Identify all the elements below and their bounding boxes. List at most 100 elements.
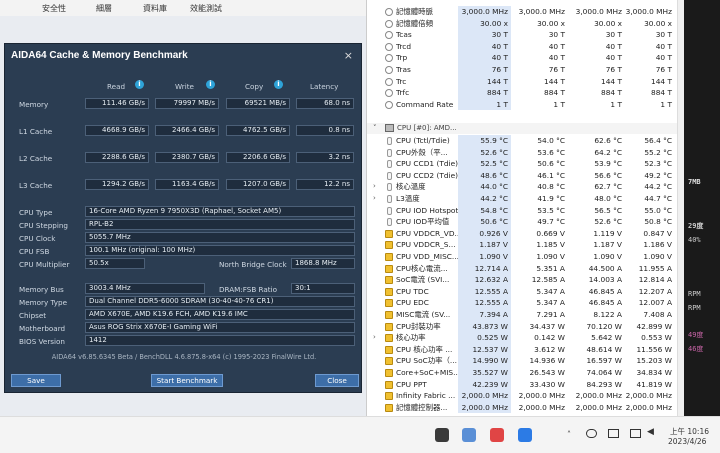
expand-icon[interactable]: › bbox=[373, 193, 376, 205]
sensor-value: 76 T bbox=[548, 65, 565, 74]
sensor-value: 12.632 A bbox=[458, 274, 511, 286]
app-icon[interactable] bbox=[490, 428, 504, 442]
sensor-value: 2,000.0 MHz bbox=[458, 401, 511, 414]
desktop: 安全性 細層 資料庫 效能測試 ˅ CPU [#0]: AMD... 記憶體時脈 3… bbox=[0, 0, 720, 453]
sensor-value: 144 T bbox=[544, 76, 565, 86]
chevron-up-icon[interactable]: ˄ bbox=[567, 430, 571, 439]
clock-date[interactable]: 2023/4/26 bbox=[668, 437, 706, 446]
sensor-row[interactable]: Command Rate 1 T 1 T 1 T 1 T bbox=[367, 98, 685, 111]
sensor-row[interactable]: › L3溫度 44.2 °C 41.9 °C 48.0 °C 44.7 °C bbox=[367, 193, 685, 205]
sensor-row[interactable]: CPU IOD Hotspot 54.8 °C 53.5 °C 56.5 °C 55.0… bbox=[367, 204, 685, 217]
sensor-value: 35.527 W bbox=[458, 367, 511, 379]
sensor-row[interactable]: SoC電流 (SVI... 12.632 A 12.585 A 14.003 A 12.… bbox=[367, 274, 685, 286]
sensor-row[interactable]: CPU IOD平均值 50.6 °C 49.7 °C 52.6 °C 50.8 °C bbox=[367, 216, 685, 228]
speaker-icon[interactable]: ◀ bbox=[647, 427, 654, 437]
sensor-value: 12.537 W bbox=[458, 343, 511, 356]
sensor-row[interactable]: CPU EDC 12.555 A 5.347 A 46.845 A 12.007 A bbox=[367, 297, 685, 309]
start-benchmark-button[interactable]: Start Benchmark bbox=[151, 374, 223, 387]
sensor-row[interactable]: CPU (Tctl/Tdie) 55.9 °C 54.0 °C 62.6 °C 56.4… bbox=[367, 135, 685, 147]
cloud-icon[interactable] bbox=[586, 429, 597, 438]
sensor-row[interactable]: CPU核心電流... 12.714 A 5.351 A 44.500 A 11.955 … bbox=[367, 262, 685, 275]
sensor-value: 42.899 W bbox=[636, 321, 672, 331]
sensor-row[interactable]: › 核心功率 0.525 W 0.142 W 5.642 W 0.553 W bbox=[367, 332, 685, 344]
sensor-value: 884 T bbox=[601, 88, 622, 98]
sensor-row[interactable]: Tcas 30 T 30 T 30 T 30 T bbox=[367, 29, 685, 41]
bg-tab[interactable]: 資料庫 bbox=[143, 3, 167, 14]
sensor-value: 1.119 V bbox=[593, 228, 622, 238]
sensor-row[interactable]: 記憶體時脈 3,000.0 MHz 3,000.0 MHz 3,000.0 MHz 3,… bbox=[367, 6, 685, 18]
save-button[interactable]: Save bbox=[11, 374, 61, 387]
sensor-value: 5.642 W bbox=[591, 333, 622, 343]
sensor-row[interactable]: Infinity Fabric ... 2,000.0 MHz 2,000.0 MH… bbox=[367, 390, 685, 402]
bg-tab[interactable]: 效能測試 bbox=[190, 3, 222, 14]
sensor-row[interactable]: CPU CCD1 (Tdie) 52.5 °C 50.6 °C 53.9 °C 52.3… bbox=[367, 158, 685, 170]
sensor-row[interactable]: Trfc 884 T 884 T 884 T 884 T bbox=[367, 87, 685, 99]
display-icon[interactable] bbox=[608, 429, 619, 438]
sensor-row[interactable]: MISC電流 (SV... 7.394 A 7.291 A 8.122 A 7.408 … bbox=[367, 309, 685, 321]
strip-value: 29度 bbox=[688, 222, 704, 230]
bg-tab[interactable]: 細層 bbox=[96, 3, 112, 14]
thermometer-icon bbox=[387, 206, 392, 215]
sensor-row[interactable]: Trc 144 T 144 T 144 T 144 T bbox=[367, 75, 685, 88]
sensor-name: Trcd bbox=[396, 41, 412, 51]
strip-value: 7MB bbox=[688, 178, 701, 186]
sensor-row[interactable]: 記憶體倍頻 30.00 x 30.00 x 30.00 x 30.00 x bbox=[367, 17, 685, 30]
sensor-row[interactable]: CPU SoC功率（... 14.990 W 14.936 W 16.597 W 15.… bbox=[367, 355, 685, 367]
sensor-row[interactable]: Trp 40 T 40 T 40 T 40 T bbox=[367, 52, 685, 64]
sensor-row[interactable]: Trcd 40 T 40 T 40 T 40 T bbox=[367, 40, 685, 53]
info-icon[interactable]: i bbox=[135, 80, 144, 89]
sensor-table[interactable]: ˅ CPU [#0]: AMD... 記憶體時脈 3,000.0 MHz 3,000.… bbox=[366, 0, 685, 416]
sensor-value: 49.2 °C bbox=[644, 170, 672, 180]
sensor-name: 核心功率 bbox=[396, 333, 426, 343]
sensor-value: 44.2 °C bbox=[644, 182, 672, 192]
expand-icon[interactable]: › bbox=[373, 181, 376, 193]
terminal-icon[interactable] bbox=[435, 428, 449, 442]
bg-tab[interactable]: 安全性 bbox=[42, 3, 66, 14]
sensor-row[interactable]: CPU PPT 42.239 W 33.430 W 84.293 W 41.819 W bbox=[367, 378, 685, 391]
col-write: Write bbox=[175, 82, 194, 91]
bench-value: 2380.7 GB/s bbox=[155, 152, 219, 163]
sensor-row[interactable]: CPU 核心功率 ... 12.537 W 3.612 W 48.614 W 11.55… bbox=[367, 343, 685, 356]
sensor-value: 30 T bbox=[458, 29, 511, 41]
sensor-name: 記憶體時脈 bbox=[396, 7, 433, 16]
sensor-name: CPU CCD2 (Tdie) bbox=[396, 170, 459, 180]
expand-icon[interactable]: › bbox=[373, 332, 376, 344]
sensor-row[interactable]: CPU外殼（平... 52.6 °C 53.6 °C 64.2 °C 55.2 °C bbox=[367, 146, 685, 159]
info-icon[interactable]: i bbox=[206, 80, 215, 89]
bench-value: 1207.0 GB/s bbox=[226, 179, 290, 190]
cpu-stepping-label: CPU Stepping bbox=[19, 221, 68, 230]
close-icon[interactable]: × bbox=[344, 49, 353, 62]
sensor-row[interactable]: CPU CCD2 (Tdie) 48.6 °C 46.1 °C 56.6 °C 49.2… bbox=[367, 169, 685, 182]
sensor-row[interactable]: CPU VDDCR_S... 1.187 V 1.185 V 1.187 V 1.186… bbox=[367, 239, 685, 251]
bolt-icon bbox=[385, 229, 393, 238]
sensor-row[interactable]: 記憶體控制器... 2,000.0 MHz 2,000.0 MHz 2,000.0 M… bbox=[367, 401, 685, 414]
sensor-row[interactable]: CPU封裝功率 43.873 W 34.437 W 70.120 W 42.899 W bbox=[367, 320, 685, 333]
sensor-value: 52.6 °C bbox=[458, 146, 511, 159]
sensor-row[interactable]: Tras 76 T 76 T 76 T 76 T bbox=[367, 64, 685, 76]
thermometer-icon bbox=[387, 137, 392, 145]
window-title: AIDA64 Cache & Memory Benchmark bbox=[11, 50, 188, 61]
sensor-value: 11.556 W bbox=[636, 344, 672, 354]
sensor-value: 76 T bbox=[458, 64, 511, 76]
close-button[interactable]: Close bbox=[315, 374, 359, 387]
bench-value: 2288.6 GB/s bbox=[85, 152, 149, 163]
collapse-icon[interactable]: ˅ bbox=[373, 123, 377, 134]
sensor-row[interactable]: CPU VDD_MISC... 1.090 V 1.090 V 1.090 V 1.09… bbox=[367, 251, 685, 263]
info-icon[interactable]: i bbox=[274, 80, 283, 89]
sensor-row[interactable]: › 核心溫度 44.0 °C 40.8 °C 62.7 °C 44.2 °C bbox=[367, 181, 685, 193]
clock-time[interactable]: 上午 10:16 bbox=[670, 426, 709, 437]
sensor-value: 0.669 V bbox=[536, 228, 565, 238]
network-icon[interactable] bbox=[630, 429, 641, 438]
side-monitor-strip: 7MB 29度 40% RPM RPM 49度 46度 bbox=[684, 0, 720, 416]
app-icon[interactable] bbox=[462, 428, 476, 442]
sensor-name: CPU封裝功率 bbox=[396, 321, 441, 331]
sensor-section-header[interactable]: ˅ CPU [#0]: AMD... bbox=[367, 123, 685, 134]
sensor-row[interactable]: CPU TDC 12.555 A 5.347 A 46.845 A 12.207 A bbox=[367, 285, 685, 298]
sensor-row[interactable]: Core+SoC+MIS... 35.527 W 26.543 W 74.064 W 3… bbox=[367, 367, 685, 379]
sensor-name: Tras bbox=[396, 65, 411, 74]
cpu-chip-icon bbox=[385, 124, 394, 132]
sensor-name: 記憶體控制器... bbox=[396, 402, 448, 412]
sensor-value: 46.845 A bbox=[588, 286, 622, 296]
app-icon[interactable] bbox=[518, 428, 532, 442]
sensor-row[interactable]: CPU VDDCR_VD... 0.926 V 0.669 V 1.119 V 0.84… bbox=[367, 227, 685, 240]
